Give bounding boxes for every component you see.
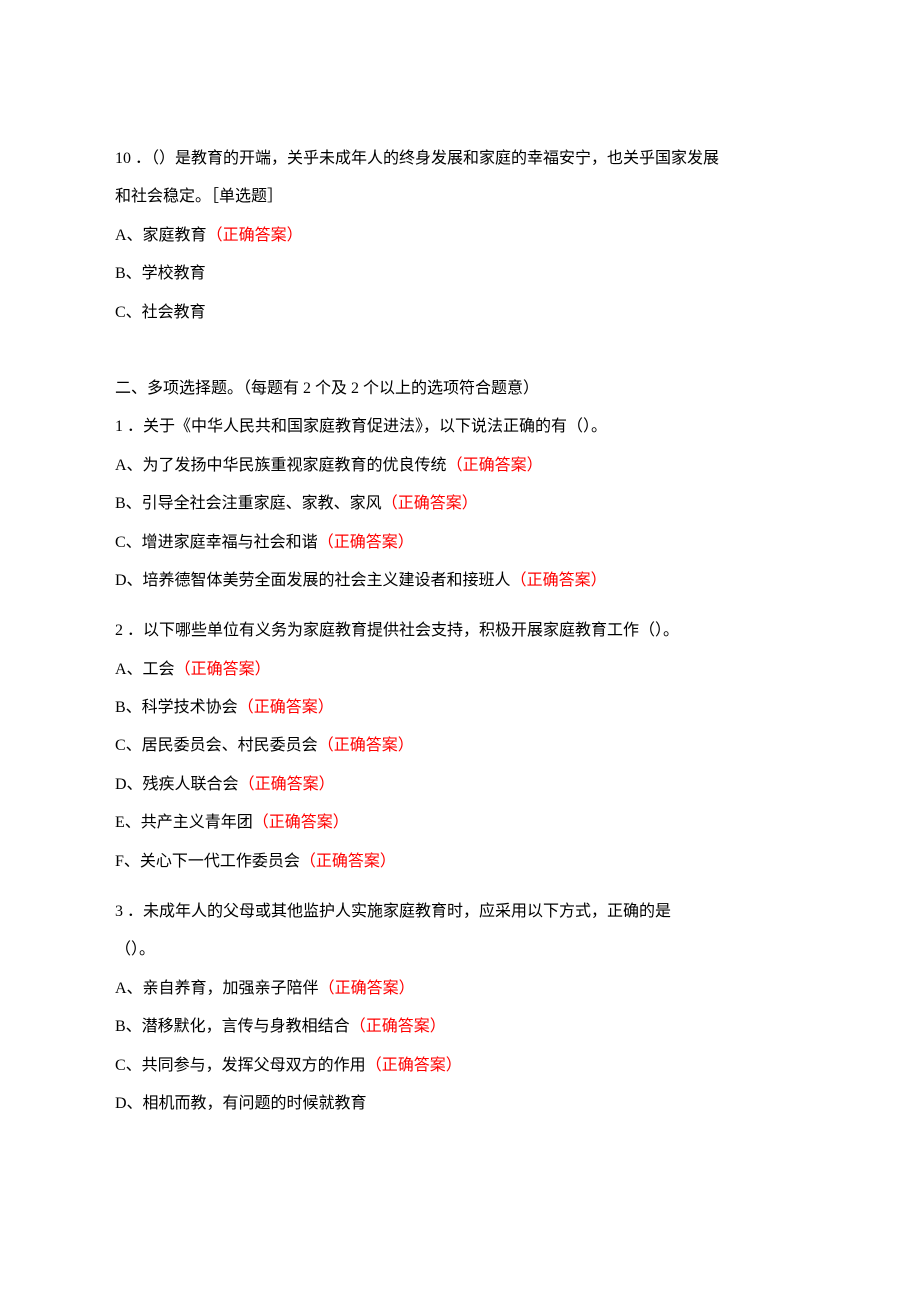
q10-stem-line1: 10 ．（）是教育的开端，关乎未成年人的终身发展和家庭的幸福安宁，也关乎国家发展: [115, 140, 805, 178]
mq3-option-a: A、亲自养育，加强亲子陪伴（正确答案）: [115, 970, 805, 1008]
mq2-option-e: E、共产主义青年团（正确答案）: [115, 804, 805, 842]
q10-option-b: B、学校教育: [115, 255, 805, 293]
correct-answer-label: （正确答案）: [366, 1057, 462, 1074]
correct-answer-label: （正确答案）: [350, 1018, 446, 1035]
q10-option-a: A、家庭教育（正确答案）: [115, 217, 805, 255]
option-text: B、引导全社会注重家庭、家教、家风: [115, 495, 382, 512]
mquestion-3: 3 ．未成年人的父母或其他监护人实施家庭教育时，应采用以下方式，正确的是 （）。…: [115, 893, 805, 1123]
option-text: B、潜移默化，言传与身教相结合: [115, 1018, 350, 1035]
mq1-option-c: C、增进家庭幸福与社会和谐（正确答案）: [115, 524, 805, 562]
q10-stem-line2: 和社会稳定。［单选题］: [115, 178, 805, 216]
section-2-heading: 二、多项选择题。（每题有 2 个及 2 个以上的选项符合题意）: [115, 370, 805, 408]
question-10: 10 ．（）是教育的开端，关乎未成年人的终身发展和家庭的幸福安宁，也关乎国家发展…: [115, 140, 805, 332]
mq2-option-a: A、工会（正确答案）: [115, 651, 805, 689]
mq3-option-d: D、相机而教，有问题的时候就教育: [115, 1085, 805, 1123]
option-text: E、共产主义青年团: [115, 814, 253, 831]
correct-answer-label: （正确答案）: [382, 495, 478, 512]
mquestion-1: 1 ．关于《中华人民共和国家庭教育促进法》，以下说法正确的有（）。 A、为了发扬…: [115, 408, 805, 600]
option-text: B、科学技术协会: [115, 699, 238, 716]
mq2-option-c: C、居民委员会、村民委员会（正确答案）: [115, 727, 805, 765]
mq1-option-b: B、引导全社会注重家庭、家教、家风（正确答案）: [115, 485, 805, 523]
mq2-stem: 2 ．以下哪些单位有义务为家庭教育提供社会支持，积极开展家庭教育工作（）。: [115, 612, 805, 650]
mq2-option-b: B、科学技术协会（正确答案）: [115, 689, 805, 727]
mq3-stem-line2: （）。: [115, 931, 805, 969]
option-text: C、增进家庭幸福与社会和谐: [115, 534, 318, 551]
option-text: A、为了发扬中华民族重视家庭教育的优良传统: [115, 457, 447, 474]
option-text: A、亲自养育，加强亲子陪伴: [115, 980, 319, 997]
mq1-option-d: D、培养德智体美劳全面发展的社会主义建设者和接班人（正确答案）: [115, 562, 805, 600]
mq1-option-a: A、为了发扬中华民族重视家庭教育的优良传统（正确答案）: [115, 447, 805, 485]
correct-answer-label: （正确答案）: [318, 534, 414, 551]
option-text: A、家庭教育: [115, 227, 207, 244]
correct-answer-label: （正确答案）: [319, 980, 415, 997]
correct-answer-label: （正确答案）: [239, 776, 335, 793]
option-text: A、工会: [115, 661, 175, 678]
correct-answer-label: （正确答案）: [238, 699, 334, 716]
mq1-stem: 1 ．关于《中华人民共和国家庭教育促进法》，以下说法正确的有（）。: [115, 408, 805, 446]
correct-answer-label: （正确答案）: [511, 572, 607, 589]
correct-answer-label: （正确答案）: [318, 737, 414, 754]
option-text: C、居民委员会、村民委员会: [115, 737, 318, 754]
q10-option-c: C、社会教育: [115, 294, 805, 332]
mq2-option-d: D、残疾人联合会（正确答案）: [115, 766, 805, 804]
correct-answer-label: （正确答案）: [207, 227, 303, 244]
mq2-option-f: F、关心下一代工作委员会（正确答案）: [115, 843, 805, 881]
mquestion-2: 2 ．以下哪些单位有义务为家庭教育提供社会支持，积极开展家庭教育工作（）。 A、…: [115, 612, 805, 881]
correct-answer-label: （正确答案）: [253, 814, 349, 831]
option-text: D、残疾人联合会: [115, 776, 239, 793]
correct-answer-label: （正确答案）: [175, 661, 271, 678]
mq3-stem-line1: 3 ．未成年人的父母或其他监护人实施家庭教育时，应采用以下方式，正确的是: [115, 893, 805, 931]
correct-answer-label: （正确答案）: [447, 457, 543, 474]
option-text: F、关心下一代工作委员会: [115, 853, 300, 870]
option-text: D、培养德智体美劳全面发展的社会主义建设者和接班人: [115, 572, 511, 589]
mq3-option-b: B、潜移默化，言传与身教相结合（正确答案）: [115, 1008, 805, 1046]
option-text: C、共同参与，发挥父母双方的作用: [115, 1057, 366, 1074]
correct-answer-label: （正确答案）: [300, 853, 396, 870]
mq3-option-c: C、共同参与，发挥父母双方的作用（正确答案）: [115, 1047, 805, 1085]
